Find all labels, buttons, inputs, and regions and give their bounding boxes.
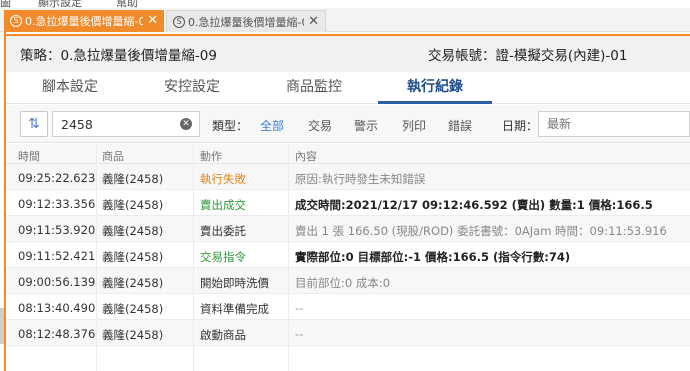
menu-bar: 圖 顯示設定 幫助	[0, 0, 690, 8]
table-row[interactable]: 08:13:40.490 義隆(2458) 資料準備完成 --	[6, 294, 690, 320]
log-action: 賣出成交	[200, 198, 246, 212]
tab-script-settings[interactable]: 腳本設定	[20, 72, 120, 104]
table-body: 09:25:22.623 義隆(2458) 執行失敗 原因:執行時發生未知錯誤 09:1…	[6, 164, 690, 346]
log-content: 賣出 1 張 166.50 (現股/ROD) 委託書號：0AJam 時間：09:…	[295, 224, 667, 238]
close-icon[interactable]: ✕	[147, 14, 158, 27]
log-content: --	[295, 327, 304, 341]
sort-button[interactable]: ⇅	[20, 111, 48, 137]
table-row[interactable]: 09:11:52.421 義隆(2458) 交易指令 實際部位:0 目標部位:-1 價…	[6, 242, 690, 268]
table-row[interactable]: 09:25:22.623 義隆(2458) 執行失敗 原因:執行時發生未知錯誤	[6, 164, 690, 190]
column-divider	[96, 144, 97, 371]
menu-item-0[interactable]: 圖	[0, 0, 11, 8]
execution-log-table: 時間 商品 動作 內容 09:25:22.623 義隆(2458) 執行失敗 原因:執…	[6, 144, 690, 346]
trading-account: 交易帳號：證-模擬交易(內建)-01	[428, 48, 628, 64]
table-header: 時間 商品 動作 內容	[6, 144, 690, 164]
filter-chip-trade[interactable]: 交易	[308, 117, 332, 134]
strategy-header: 策略：0.急拉爆量後價增量縮-09 交易帳號：證-模擬交易(內建)-01	[6, 34, 690, 72]
menu-item-help[interactable]: 幫助	[116, 0, 138, 8]
column-divider	[288, 144, 289, 371]
log-content: 實際部位:0 目標部位:-1 價格:166.5 (指令行數:74)	[295, 250, 571, 264]
log-product: 義隆(2458)	[102, 172, 164, 186]
tab-label: 0.急拉爆量後價增量縮-08	[188, 15, 305, 29]
log-action: 資料準備完成	[200, 302, 269, 316]
filter-chip-alert[interactable]: 警示	[354, 117, 378, 134]
type-label: 類型：	[212, 119, 249, 133]
tab-risk-settings[interactable]: 安控設定	[142, 72, 242, 104]
filter-chip-error[interactable]: 錯誤	[448, 117, 472, 134]
log-time: 09:25:22.623	[18, 171, 96, 185]
log-product: 義隆(2458)	[102, 302, 164, 316]
filter-chip-print[interactable]: 列印	[402, 117, 426, 134]
table-row[interactable]: 09:12:33.356 義隆(2458) 賣出成交 成交時間:2021/12/17 …	[6, 190, 690, 216]
menu-item-display-settings[interactable]: 顯示設定	[38, 0, 82, 8]
strategy-panel: 策略：0.急拉爆量後價增量縮-09 交易帳號：證-模擬交易(內建)-01 腳本設…	[4, 32, 690, 371]
log-time: 09:11:52.421	[18, 249, 96, 263]
table-row[interactable]: 09:00:56.139 義隆(2458) 開始即時洗價 目前部位:0 成本:0	[6, 268, 690, 294]
log-time: 09:12:33.356	[18, 197, 96, 211]
section-tabs: 腳本設定 安控設定 商品監控 執行紀錄	[6, 72, 690, 104]
filter-bar: ⇅ ✕ 類型： 全部 交易 警示 列印 錯誤 日期：	[6, 105, 690, 143]
tab-label: 0.急拉爆量後價增量縮-09	[25, 15, 144, 28]
resize-handle[interactable]	[0, 308, 4, 344]
log-time: 09:00:56.139	[18, 275, 96, 289]
tab-strategy-08[interactable]: S 0.急拉爆量後價增量縮-08 ✕	[166, 10, 326, 32]
log-time: 08:13:40.490	[18, 301, 96, 315]
table-row[interactable]: 08:12:48.376 義隆(2458) 啟動商品 --	[6, 320, 690, 346]
log-product: 義隆(2458)	[102, 328, 164, 342]
log-content: 成交時間:2021/12/17 09:12:46.592 (賣出) 數量:1 價…	[295, 198, 653, 212]
date-label: 日期：	[502, 119, 539, 133]
strategy-name: 策略：0.急拉爆量後價增量縮-09	[20, 48, 217, 64]
sort-icon: ⇅	[28, 116, 40, 132]
column-header-action[interactable]: 動作	[200, 148, 222, 164]
log-time: 09:11:53.920	[18, 223, 96, 237]
column-header-product[interactable]: 商品	[102, 148, 124, 164]
log-content: --	[295, 301, 304, 315]
column-header-time[interactable]: 時間	[18, 148, 40, 164]
log-action: 執行失敗	[200, 172, 246, 186]
log-action: 啟動商品	[200, 328, 246, 342]
strategy-icon: S	[173, 15, 185, 28]
tab-execution-log[interactable]: 執行紀錄	[378, 72, 492, 104]
log-product: 義隆(2458)	[102, 198, 164, 212]
tab-strategy-09[interactable]: S 0.急拉爆量後價增量縮-09 ✕	[4, 10, 164, 32]
log-product: 義隆(2458)	[102, 224, 164, 238]
log-action: 開始即時洗價	[200, 276, 269, 290]
log-time: 08:12:48.376	[18, 327, 96, 341]
log-content: 原因:執行時發生未知錯誤	[295, 172, 426, 186]
clear-icon[interactable]: ✕	[180, 118, 192, 130]
log-content: 目前部位:0 成本:0	[295, 276, 391, 290]
close-icon[interactable]: ✕	[308, 15, 319, 28]
table-row[interactable]: 09:11:53.920 義隆(2458) 賣出委託 賣出 1 張 166.50 (現…	[6, 216, 690, 242]
log-product: 義隆(2458)	[102, 250, 164, 264]
log-product: 義隆(2458)	[102, 276, 164, 290]
column-header-content[interactable]: 內容	[295, 148, 317, 164]
log-action: 賣出委託	[200, 224, 246, 238]
tab-product-monitor[interactable]: 商品監控	[264, 72, 364, 104]
log-action: 交易指令	[200, 250, 246, 264]
document-tab-strip: S 0.急拉爆量後價增量縮-09 ✕ S 0.急拉爆量後價增量縮-08 ✕	[0, 8, 690, 32]
column-divider	[193, 144, 194, 371]
date-input[interactable]	[538, 111, 690, 137]
strategy-icon: S	[10, 15, 22, 27]
filter-chip-all[interactable]: 全部	[260, 117, 284, 134]
search-input[interactable]	[52, 111, 200, 137]
